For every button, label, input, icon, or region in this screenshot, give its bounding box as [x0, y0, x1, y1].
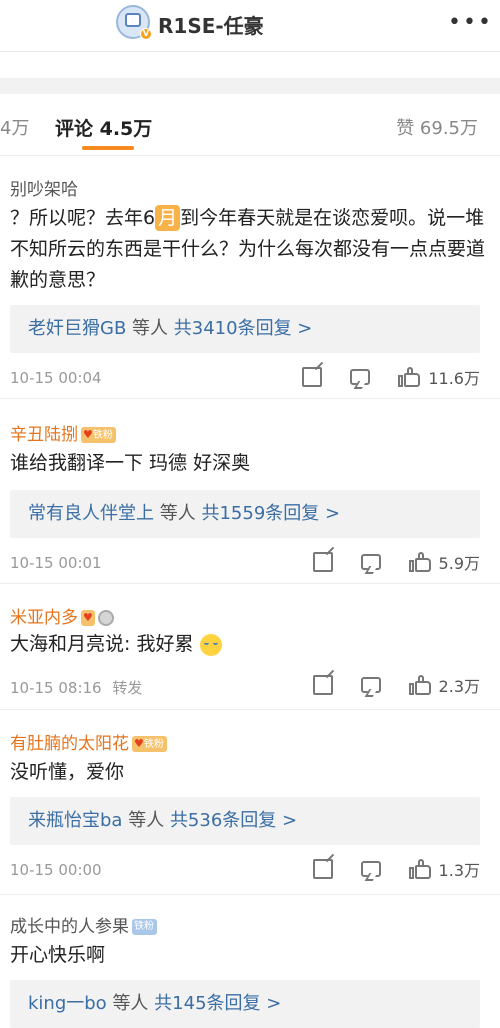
like-icon [408, 675, 431, 695]
comment-time: 10-15 00:01 [10, 554, 102, 572]
comment-text: 大海和月亮说: 我好累 [10, 629, 490, 660]
comment-time: 10-15 00:04 [10, 369, 102, 387]
reply-count: 共145条回复 > [154, 993, 282, 1014]
comment-username[interactable]: 有肚腩的太阳花 ♥铁粉 [10, 729, 167, 754]
heart-icon: ♥ [83, 611, 93, 624]
comment-icon [360, 677, 381, 693]
like-icon [408, 859, 431, 879]
reply-count: 共3410条回复 > [173, 318, 313, 339]
comment-actions: 2.3万 [285, 673, 480, 697]
page-title[interactable]: R1SE-任豪 [158, 10, 264, 39]
reply-button[interactable] [360, 554, 381, 570]
avatar-image [125, 13, 141, 27]
reply-count: 共536条回复 > [169, 810, 298, 831]
fan-heart-badge: ♥ [81, 610, 95, 626]
comment-time: 10-15 00:00 [10, 861, 102, 879]
comment-username[interactable]: 别吵架哈 [10, 175, 78, 200]
replies-link[interactable]: 常有良人伴堂上 等人 共1559条回复 > [10, 490, 480, 538]
reply-count: 共1559条回复 > [201, 503, 341, 524]
comment-time: 10-15 08:16 转发 [10, 677, 142, 698]
comment-text: 没听懂，爱你 [10, 761, 125, 783]
like-button[interactable]: 2.3万 [408, 673, 480, 697]
fan-badge-label: 铁粉 [143, 739, 164, 750]
like-count: 2.3万 [438, 677, 480, 696]
comment-text: 谁给我翻译一下 玛德 好深奥 [10, 452, 251, 474]
comment-username[interactable]: 辛丑陆捌 ♥铁粉 [10, 420, 116, 445]
comment-item: 成长中的人参果 铁粉 开心快乐啊 king一bo 等人 共145条回复 > [0, 896, 500, 1028]
fan-badge: ♥铁粉 [132, 736, 167, 752]
more-dots-icon[interactable]: ••• [448, 10, 493, 35]
like-button[interactable]: 5.9万 [408, 550, 480, 574]
like-count: 11.6万 [428, 369, 480, 388]
fan-badge: ♥铁粉 [81, 427, 116, 443]
replies-link[interactable]: 老奸巨猾GB 等人 共3410条回复 > [10, 305, 480, 353]
like-button[interactable]: 11.6万 [398, 365, 480, 389]
comment-icon [350, 369, 371, 385]
replies-link[interactable]: 来瓶怡宝ba 等人 共536条回复 > [10, 797, 480, 845]
share-button[interactable] [312, 859, 333, 879]
reply-suffix: 等人 [159, 503, 196, 524]
reply-button[interactable] [350, 369, 371, 385]
share-icon [312, 859, 333, 879]
comment-username[interactable]: 米亚内多 ♥ [10, 603, 114, 628]
comment-actions: 1.3万 [285, 857, 480, 881]
heart-icon: ♥ [134, 737, 144, 750]
reply-button[interactable] [360, 861, 381, 877]
comment-username-text: 有肚腩的太阳花 [10, 734, 129, 754]
tab-comments[interactable]: 评论 4.5万 [55, 114, 152, 141]
tab-reposts[interactable]: 4万 [0, 114, 29, 140]
like-icon [398, 367, 421, 387]
share-icon [312, 552, 333, 572]
comment-icon [360, 861, 381, 877]
comment-item: 有肚腩的太阳花 ♥铁粉 没听懂，爱你 来瓶怡宝ba 等人 共536条回复 > 10… [0, 711, 500, 895]
share-button[interactable] [312, 675, 333, 695]
verified-icon: V [140, 28, 152, 40]
fan-badge: 铁粉 [132, 919, 157, 935]
like-button[interactable]: 1.3万 [408, 857, 480, 881]
heart-icon: ♥ [83, 428, 93, 441]
comment-actions: 5.9万 [285, 550, 480, 574]
tab-bar: 4万 评论 4.5万 赞 69.5万 [0, 94, 500, 156]
comment-text: 开心快乐啊 [10, 944, 106, 966]
comment-text-part: 大海和月亮说: 我好累 [10, 633, 194, 655]
comment-item: 别吵架哈 ？所以呢？去年6 月到今年春天就是在谈恋爱呗。说一堆不知所云的东西是干什… [0, 157, 500, 399]
comment-time-text: 10-15 08:16 [10, 679, 102, 697]
reply-users: 老奸巨猾GB [28, 318, 127, 339]
reply-suffix: 等人 [112, 993, 149, 1014]
divider [0, 78, 500, 94]
repost-label[interactable]: 转发 [112, 679, 142, 697]
comment-text: ？所以呢？去年6 月到今年春天就是在谈恋爱呗。说一堆不知所云的东西是干什么？为什么… [10, 203, 490, 296]
like-count: 5.9万 [438, 554, 480, 573]
comment-actions: 11.6万 [274, 365, 480, 389]
share-icon [302, 367, 323, 387]
tab-likes[interactable]: 赞 69.5万 [396, 114, 478, 140]
reply-suffix: 等人 [128, 810, 165, 831]
highlighted-word: 月 [155, 205, 181, 231]
like-count: 1.3万 [438, 861, 480, 880]
reply-suffix: 等人 [132, 318, 169, 339]
comment-username-text: 米亚内多 [10, 608, 78, 628]
comment-username-text: 辛丑陆捌 [10, 425, 78, 445]
comment-username[interactable]: 成长中的人参果 铁粉 [10, 912, 157, 937]
active-tab-indicator [82, 146, 134, 150]
comment-text-part: ？所以呢？去年6 [10, 207, 156, 229]
like-icon [408, 552, 431, 572]
tired-emoji-icon [199, 633, 222, 656]
share-button[interactable] [302, 367, 323, 387]
reply-users: king一bo [28, 993, 107, 1014]
comment-item: 米亚内多 ♥ 大海和月亮说: 我好累 10-15 08:16 转发 2.3万 [0, 585, 500, 710]
spacer [0, 52, 500, 94]
comment-username-text: 成长中的人参果 [10, 917, 129, 937]
top-bar: V R1SE-任豪 ••• [0, 0, 500, 52]
reply-users: 常有良人伴堂上 [28, 503, 154, 524]
reply-button[interactable] [360, 677, 381, 693]
comment-item: 辛丑陆捌 ♥铁粉 谁给我翻译一下 玛德 好深奥 常有良人伴堂上 等人 共1559条… [0, 400, 500, 584]
medal-icon [97, 610, 114, 626]
share-icon [312, 675, 333, 695]
share-button[interactable] [312, 552, 333, 572]
reply-users: 来瓶怡宝ba [28, 810, 123, 831]
fan-badge-label: 铁粉 [92, 430, 113, 441]
comment-icon [360, 554, 381, 570]
